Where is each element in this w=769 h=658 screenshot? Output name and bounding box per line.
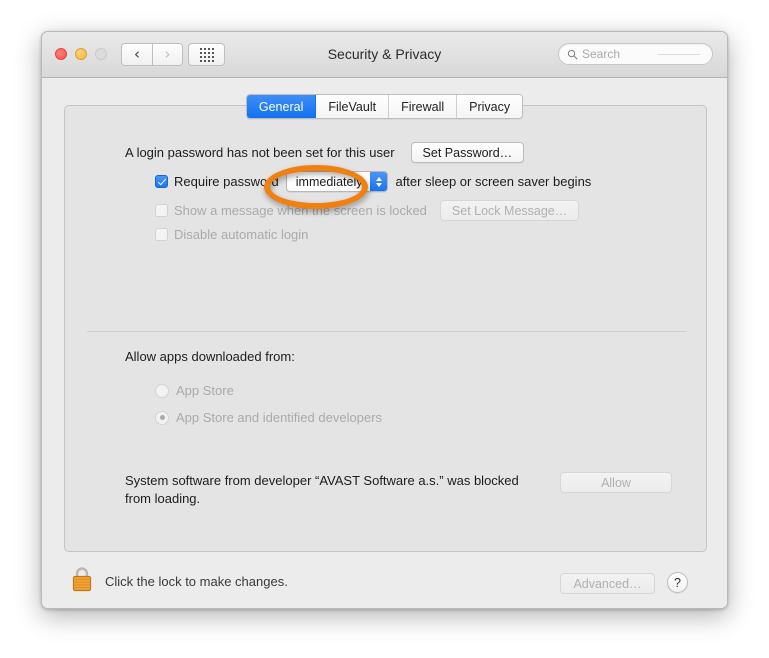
gatekeeper-option-identified-developers: App Store and identified developers xyxy=(155,410,382,425)
help-button[interactable]: ? xyxy=(667,572,688,593)
advanced-button: Advanced… xyxy=(560,573,655,594)
disable-auto-login-row: Disable automatic login xyxy=(155,227,308,242)
gatekeeper-heading: Allow apps downloaded from: xyxy=(125,349,295,364)
search-icon xyxy=(567,49,578,59)
tab-filevault[interactable]: FileVault xyxy=(316,95,390,118)
blocked-software-line1: System software from developer “AVAST So… xyxy=(125,473,519,488)
require-password-row: Require password immediately after sleep… xyxy=(155,171,591,192)
login-password-status: A login password has not been set for th… xyxy=(125,145,395,160)
window-body: General FileVault Firewall Privacy A log… xyxy=(42,78,727,608)
require-password-delay-value: immediately xyxy=(295,174,363,189)
tab-firewall[interactable]: Firewall xyxy=(389,95,458,118)
login-password-row: A login password has not been set for th… xyxy=(125,142,525,163)
lock-hint-text: Click the lock to make changes. xyxy=(105,574,288,589)
app-store-label: App Store xyxy=(176,383,234,398)
blocked-software-line2: from loading. xyxy=(125,491,201,506)
require-password-suffix: after sleep or screen saver begins xyxy=(395,174,592,189)
require-password-checkbox[interactable] xyxy=(155,175,168,188)
show-lock-message-checkbox xyxy=(155,204,168,217)
tab-bar: General FileVault Firewall Privacy xyxy=(42,94,727,119)
tab-privacy[interactable]: Privacy xyxy=(457,95,523,118)
tab-group: General FileVault Firewall Privacy xyxy=(245,94,524,119)
window-titlebar: ‹ › Security & Privacy Search xyxy=(42,32,727,78)
chevron-updown-icon xyxy=(370,172,388,191)
general-settings-panel: A login password has not been set for th… xyxy=(64,105,707,552)
set-password-button[interactable]: Set Password… xyxy=(410,142,525,163)
search-field[interactable]: Search xyxy=(558,43,713,65)
security-privacy-window: ‹ › Security & Privacy Search General Fi… xyxy=(41,31,728,609)
search-field-rule xyxy=(658,54,700,55)
section-separator xyxy=(87,331,686,332)
show-lock-message-label: Show a message when the screen is locked xyxy=(174,203,427,218)
set-lock-message-button: Set Lock Message… xyxy=(439,200,580,221)
tab-general[interactable]: General xyxy=(246,95,317,118)
app-store-radio xyxy=(155,383,169,398)
disable-auto-login-label: Disable automatic login xyxy=(174,227,309,242)
blocked-software-message: System software from developer “AVAST So… xyxy=(125,473,519,506)
require-password-delay-popup[interactable]: immediately xyxy=(285,171,389,192)
show-lock-message-row: Show a message when the screen is locked… xyxy=(155,200,580,221)
require-password-label: Require password xyxy=(174,174,279,189)
disable-auto-login-checkbox xyxy=(155,228,168,241)
padlock-closed-icon[interactable] xyxy=(70,565,94,593)
app-store-and-identified-developers-label: App Store and identified developers xyxy=(176,410,382,425)
gatekeeper-option-app-store: App Store xyxy=(155,383,234,398)
app-store-and-identified-developers-radio xyxy=(155,410,169,425)
allow-button: Allow xyxy=(560,472,672,493)
search-placeholder: Search xyxy=(582,47,621,61)
gatekeeper-heading-row: Allow apps downloaded from: xyxy=(125,349,295,364)
